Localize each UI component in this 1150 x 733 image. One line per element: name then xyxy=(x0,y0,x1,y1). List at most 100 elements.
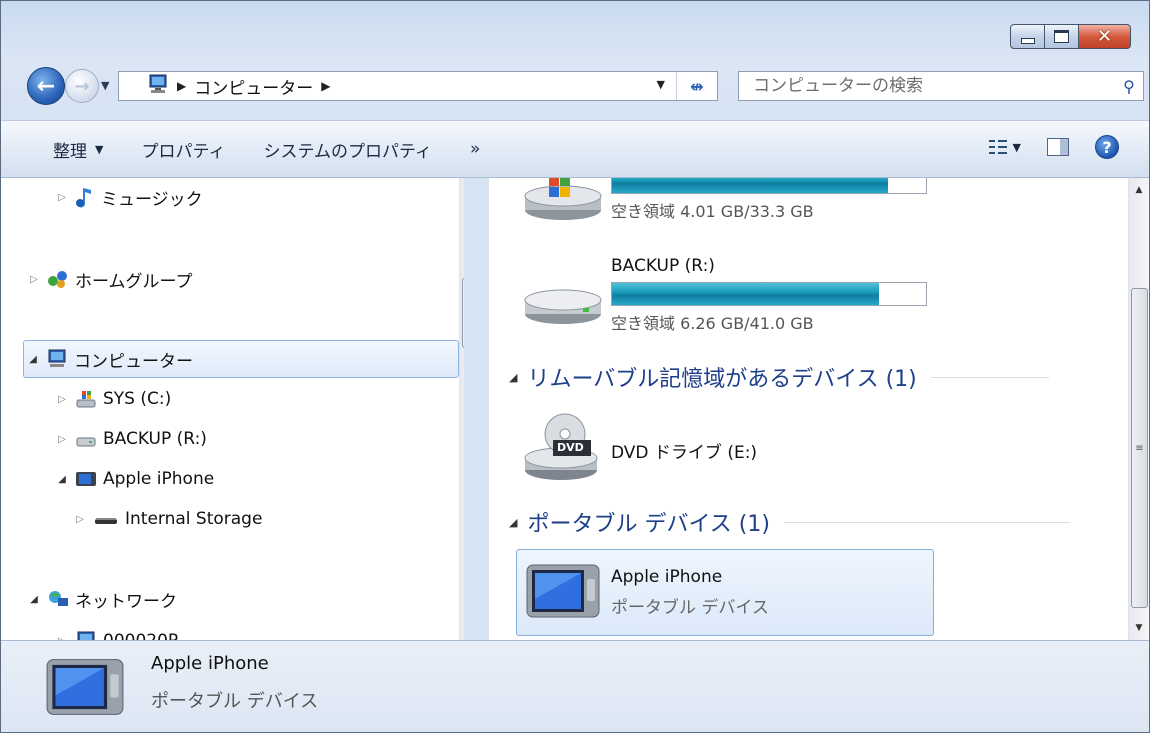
properties-button[interactable]: プロパティ xyxy=(141,137,225,162)
nav-item-computer[interactable]: ◢ コンピューター xyxy=(23,340,459,378)
search-icon[interactable]: ⚲ xyxy=(1115,77,1143,96)
collapse-arrow-icon[interactable]: ◢ xyxy=(25,594,43,605)
search-box: ⚲ xyxy=(738,71,1144,101)
explorer-window: ✕ ← → ▼ ▶ コンピューター ▶ ▼ ↮ ⚲ xyxy=(0,0,1150,733)
help-icon[interactable]: ? xyxy=(1095,135,1119,159)
history-dropdown-icon[interactable]: ▼ xyxy=(101,79,109,92)
close-button[interactable]: ✕ xyxy=(1079,24,1131,49)
address-bar[interactable]: ▶ コンピューター ▶ ▼ ↮ xyxy=(118,71,718,101)
refresh-button[interactable]: ↮ xyxy=(676,72,717,100)
computer-icon xyxy=(46,349,68,369)
dvd-drive-label: DVD ドライブ (E:) xyxy=(611,442,758,463)
breadcrumb-computer[interactable]: コンピューター xyxy=(194,74,313,99)
homegroup-icon xyxy=(47,269,69,289)
iphone-tile[interactable]: Apple iPhone ポータブル デバイス xyxy=(516,549,934,636)
navigation-scrollbar[interactable]: ▲ ≡ ▼ xyxy=(459,178,464,640)
drive-sys-tile[interactable]: 空き領域 4.01 GB/33.3 GB xyxy=(523,178,927,226)
drive-sys-usage-fill xyxy=(612,178,889,193)
nav-item-music[interactable]: ▷ ミュージック xyxy=(53,180,203,214)
forward-button[interactable]: → xyxy=(65,69,99,103)
command-bar: 整理 ▼ プロパティ システムのプロパティ » ▼ ? xyxy=(1,120,1149,178)
chevron-down-icon: ▼ xyxy=(95,142,104,156)
back-button[interactable]: ← xyxy=(27,67,65,105)
more-commands-button[interactable]: » xyxy=(470,139,480,159)
drive-backup-usage-fill xyxy=(612,283,879,305)
music-note-icon xyxy=(75,186,95,208)
hard-drive-icon xyxy=(523,280,603,334)
collapse-arrow-icon[interactable]: ◢ xyxy=(509,516,517,529)
nav-label: ネットワーク xyxy=(75,591,177,612)
nav-label: コンピューター xyxy=(74,351,193,372)
collapse-arrow-icon[interactable]: ◢ xyxy=(24,354,42,365)
scroll-up-icon[interactable]: ▲ xyxy=(460,180,464,200)
content-pane: 空き領域 4.01 GB/33.3 GB BACKUP (R:) 空き領域 6.… xyxy=(488,178,1149,640)
organize-menu[interactable]: 整理 ▼ xyxy=(53,137,103,162)
nav-label: Internal Storage xyxy=(125,509,263,529)
address-dropdown-icon[interactable]: ▼ xyxy=(657,78,665,91)
nav-label: Apple iPhone xyxy=(103,469,215,489)
network-icon xyxy=(47,589,69,609)
views-icon xyxy=(988,139,1007,155)
expand-arrow-icon[interactable]: ▷ xyxy=(53,192,71,203)
collapse-arrow-icon[interactable]: ◢ xyxy=(53,474,71,485)
iphone-tile-type: ポータブル デバイス xyxy=(611,598,769,618)
nav-item-network-child[interactable]: ▷ 000020P xyxy=(53,624,178,640)
group-header-removable[interactable]: ◢ リムーバブル記憶域があるデバイス (1) xyxy=(509,361,1049,393)
drive-backup-tile[interactable]: BACKUP (R:) 空き領域 6.26 GB/41.0 GB xyxy=(523,256,927,334)
nav-item-sys-drive[interactable]: ▷ SYS (C:) xyxy=(53,382,171,416)
organize-label: 整理 xyxy=(53,141,87,162)
more-label: » xyxy=(469,139,481,159)
search-input[interactable] xyxy=(739,75,1115,97)
nav-label: ホームグループ xyxy=(75,271,193,292)
close-icon: ✕ xyxy=(1096,25,1113,47)
content-scrollbar[interactable]: ▲ ≡ ▼ xyxy=(1128,178,1149,640)
system-properties-label: システムのプロパティ xyxy=(263,141,432,162)
nav-item-iphone[interactable]: ◢ Apple iPhone xyxy=(53,462,214,496)
portable-device-icon xyxy=(75,469,97,489)
expand-arrow-icon[interactable]: ▷ xyxy=(25,274,43,285)
group-divider xyxy=(930,376,1049,378)
collapse-arrow-icon[interactable]: ◢ xyxy=(509,371,517,384)
nav-item-network[interactable]: ◢ ネットワーク xyxy=(25,582,177,616)
toolbar-right: ▼ ? xyxy=(988,135,1119,159)
system-properties-button[interactable]: システムのプロパティ xyxy=(263,137,431,162)
preview-pane-icon[interactable] xyxy=(1047,138,1069,156)
scroll-thumb[interactable]: ≡ xyxy=(1131,288,1148,608)
scroll-down-icon[interactable]: ▼ xyxy=(460,618,464,638)
navigation-pane: ▷ ミュージック ▷ ホームグループ ◢ コンピューター ▷ SYS (C:) … xyxy=(1,178,464,640)
group-header-portable[interactable]: ◢ ポータブル デバイス (1) xyxy=(509,506,1070,538)
portable-device-icon xyxy=(525,559,601,627)
nav-label: 000020P xyxy=(103,631,178,640)
group-divider xyxy=(783,521,1070,523)
group-title: リムーバブル記憶域があるデバイス (1) xyxy=(527,367,917,392)
change-view-button[interactable]: ▼ xyxy=(988,139,1021,155)
expand-arrow-icon[interactable]: ▷ xyxy=(53,434,71,445)
nav-label: BACKUP (R:) xyxy=(103,429,207,449)
arrow-left-icon: ← xyxy=(36,73,56,99)
portable-device-icon xyxy=(45,653,125,725)
group-title: ポータブル デバイス (1) xyxy=(527,512,770,537)
details-type: ポータブル デバイス xyxy=(151,691,319,712)
expand-arrow-icon[interactable]: ▷ xyxy=(71,514,89,525)
dvd-badge: DVD xyxy=(557,441,584,454)
drive-backup-free-space: 空き領域 6.26 GB/41.0 GB xyxy=(611,314,814,333)
drive-sys-usage-bar xyxy=(611,178,927,194)
nav-item-backup-drive[interactable]: ▷ BACKUP (R:) xyxy=(53,422,207,456)
drive-backup-usage-bar xyxy=(611,282,927,306)
scroll-thumb[interactable]: ≡ xyxy=(462,278,464,348)
drive-backup-label: BACKUP (R:) xyxy=(611,256,715,276)
breadcrumb-separator-icon[interactable]: ▶ xyxy=(177,79,186,93)
drive-sys-free-space: 空き領域 4.01 GB/33.3 GB xyxy=(611,202,814,221)
scroll-up-icon[interactable]: ▲ xyxy=(1129,180,1149,200)
maximize-button[interactable] xyxy=(1045,24,1079,49)
scroll-down-icon[interactable]: ▼ xyxy=(1129,618,1149,638)
breadcrumb-chevron-icon[interactable]: ▶ xyxy=(321,79,330,93)
details-pane: Apple iPhone ポータブル デバイス xyxy=(1,640,1149,732)
minimize-button[interactable] xyxy=(1010,24,1045,49)
dvd-drive-tile[interactable]: DVD DVD ドライブ (E:) xyxy=(523,410,757,490)
computer-icon xyxy=(147,74,169,98)
expand-arrow-icon[interactable]: ▷ xyxy=(53,394,71,405)
nav-item-homegroup[interactable]: ▷ ホームグループ xyxy=(25,262,192,296)
nav-item-internal-storage[interactable]: ▷ Internal Storage xyxy=(71,502,262,536)
storage-icon xyxy=(93,509,119,529)
